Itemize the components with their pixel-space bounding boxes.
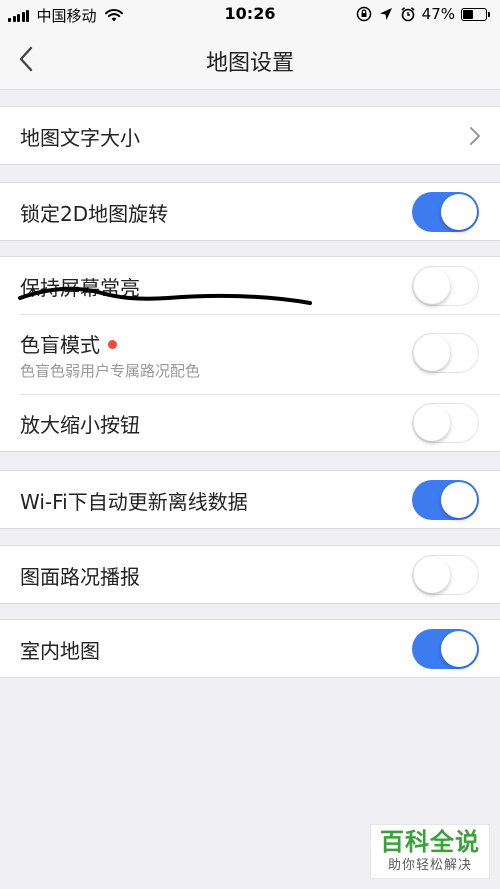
battery-icon	[461, 7, 490, 21]
setting-row-keep-screen-on: 保持屏幕常亮	[0, 257, 500, 314]
color-blind-label: 色盲模式	[20, 329, 117, 358]
font-size-label: 地图文字大小	[20, 126, 140, 150]
toggle-knob	[441, 193, 477, 230]
wifi-update-label: Wi-Fi下自动更新离线数据	[20, 490, 248, 514]
watermark-title: 百科全说	[380, 828, 480, 856]
chevron-right-icon	[470, 127, 480, 145]
watermark-logo: 百科全说 助你轻松解决	[370, 824, 490, 879]
setting-row-traffic-broadcast: 图面路况播报	[0, 546, 500, 603]
status-right: 47%	[350, 5, 490, 23]
toggle-knob	[414, 556, 450, 593]
toggle-knob	[414, 335, 450, 371]
setting-row-lock-2d: 锁定2D地图旋转	[0, 183, 500, 240]
toggle-knob	[441, 630, 477, 667]
setting-row-color-blind: 色盲模式 色盲色弱用户专属路况配色	[0, 314, 500, 394]
color-blind-label-text: 色盲模式	[20, 333, 100, 357]
color-blind-toggle[interactable]	[412, 333, 479, 373]
rotation-lock-icon	[356, 6, 371, 22]
indoor-map-toggle[interactable]	[412, 628, 479, 669]
keep-screen-on-label: 保持屏幕常亮	[20, 276, 140, 300]
nav-bar: 地图设置	[0, 28, 500, 90]
indoor-map-label: 室内地图	[20, 639, 100, 663]
zoom-buttons-toggle[interactable]	[412, 402, 479, 443]
color-blind-sublabel: 色盲色弱用户专属路况配色	[20, 362, 201, 380]
zoom-buttons-label: 放大缩小按钮	[20, 413, 140, 437]
group-traffic-broadcast: 图面路况播报	[0, 545, 500, 604]
setting-row-indoor-map: 室内地图	[0, 620, 500, 677]
wifi-update-toggle[interactable]	[412, 479, 479, 520]
traffic-broadcast-label: 图面路况播报	[20, 565, 140, 589]
toggle-knob	[414, 404, 450, 441]
new-badge-dot	[108, 340, 117, 349]
group-indoor-map: 室内地图	[0, 619, 500, 678]
keep-screen-on-toggle[interactable]	[412, 265, 479, 306]
setting-row-wifi-update: Wi-Fi下自动更新离线数据	[0, 471, 500, 528]
group-display: 保持屏幕常亮 色盲模式 色盲色弱用户专属路况配色 放大缩小按钮	[0, 256, 500, 452]
group-font-size: 地图文字大小	[0, 106, 500, 165]
group-lock-2d: 锁定2D地图旋转	[0, 182, 500, 241]
alarm-icon	[401, 7, 415, 22]
traffic-broadcast-toggle[interactable]	[412, 554, 479, 595]
setting-row-zoom-buttons: 放大缩小按钮	[0, 394, 500, 451]
toggle-knob	[414, 267, 450, 304]
group-wifi-update: Wi-Fi下自动更新离线数据	[0, 470, 500, 529]
setting-row-font-size[interactable]: 地图文字大小	[0, 107, 500, 164]
lock-2d-label: 锁定2D地图旋转	[20, 202, 169, 226]
lock-2d-toggle[interactable]	[412, 191, 479, 232]
status-bar: 中国移动 10:26 47%	[0, 0, 500, 28]
page-title: 地图设置	[205, 51, 294, 76]
toggle-knob	[441, 481, 477, 518]
location-arrow-icon	[379, 8, 392, 20]
watermark-subtitle: 助你轻松解决	[387, 858, 472, 873]
battery-percent: 47%	[421, 5, 455, 23]
